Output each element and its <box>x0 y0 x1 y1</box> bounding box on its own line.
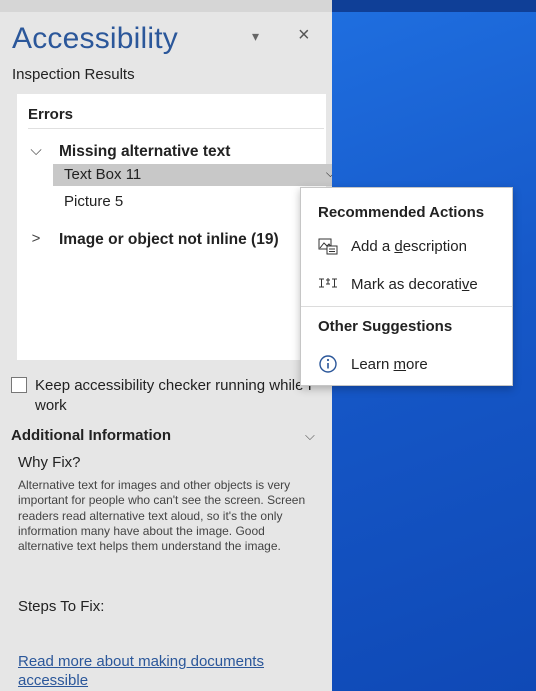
learn-more-menu-item[interactable]: Learn more <box>301 351 512 379</box>
inspection-results-label: Inspection Results <box>12 66 135 83</box>
inspection-results-panel: Errors ⌵ Missing alternative text Text B… <box>17 94 343 360</box>
mark-as-decorative-menu-item[interactable]: Mark as decorative <box>301 271 512 299</box>
additional-information-heading: Additional Information <box>11 427 171 444</box>
keep-checker-checkbox[interactable] <box>11 377 27 393</box>
recommended-actions-menu: Recommended Actions Add a description Ma… <box>300 187 513 386</box>
issue-item-label: Picture 5 <box>64 193 124 210</box>
why-fix-text: Alternative text for images and other ob… <box>18 478 306 554</box>
add-description-label: Add a description <box>351 238 467 255</box>
image-description-icon <box>318 237 338 255</box>
close-icon[interactable]: × <box>298 24 310 47</box>
add-description-menu-item[interactable]: Add a description <box>301 233 512 261</box>
learn-more-label: Learn more <box>351 356 428 373</box>
issue-item-text-box-11[interactable]: Text Box 11 ⌵ <box>53 164 343 186</box>
group-label: Missing alternative text <box>59 143 231 160</box>
accessibility-pane: Accessibility ▾ × Inspection Results Err… <box>0 0 343 691</box>
decorative-icon <box>318 275 338 293</box>
chevron-down-icon: ⌵ <box>30 142 42 159</box>
pane-top-strip <box>0 0 332 12</box>
chevron-right-icon: > <box>31 230 41 247</box>
divider <box>28 128 324 129</box>
why-fix-heading: Why Fix? <box>18 454 81 471</box>
info-icon <box>318 355 338 373</box>
chevron-down-icon[interactable]: ⌵ <box>305 428 315 444</box>
group-missing-alt-text[interactable]: ⌵ Missing alternative text <box>17 141 326 165</box>
pane-title: Accessibility <box>12 22 178 55</box>
menu-divider <box>301 306 512 307</box>
recommended-actions-heading: Recommended Actions <box>318 204 485 221</box>
mark-as-decorative-label: Mark as decorative <box>351 276 478 293</box>
errors-heading: Errors <box>28 106 74 123</box>
keep-checker-label: Keep accessibility checker running while… <box>35 377 312 414</box>
keep-checker-running-checkbox-row[interactable]: Keep accessibility checker running while… <box>11 376 321 418</box>
other-suggestions-heading: Other Suggestions <box>318 318 453 335</box>
group-image-not-inline[interactable]: > Image or object not inline (19) <box>17 229 326 253</box>
read-more-link[interactable]: Read more about making documents accessi… <box>18 652 308 690</box>
dropdown-caret-icon[interactable]: ▾ <box>252 28 259 45</box>
issue-item-label: Text Box 11 <box>64 166 142 183</box>
group-label: Image or object not inline (19) <box>59 231 279 248</box>
steps-to-fix-heading: Steps To Fix: <box>18 598 105 615</box>
